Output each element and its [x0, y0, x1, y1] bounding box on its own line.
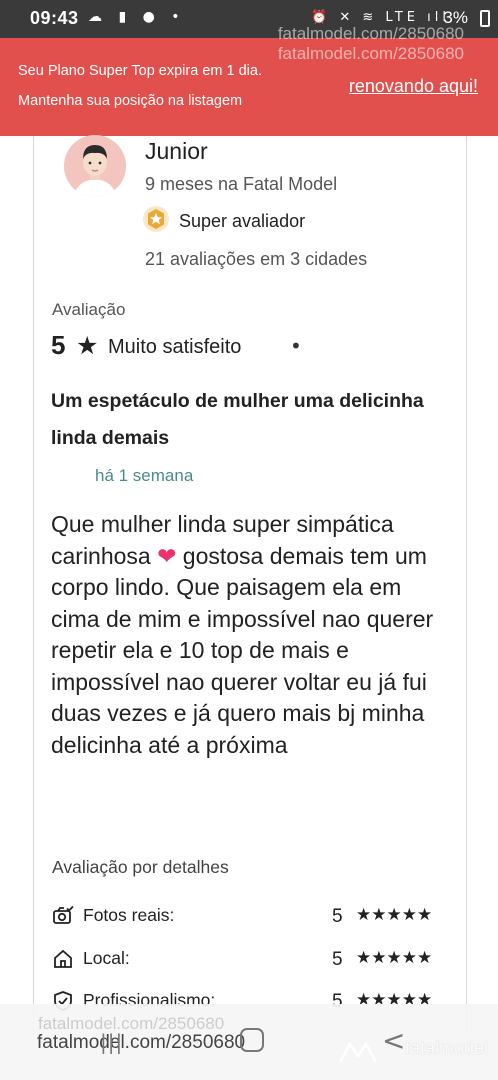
home-icon — [52, 948, 74, 970]
detail-value: 5 — [332, 949, 343, 970]
watermark-text: fatalmodel.com/2850680 — [38, 1014, 225, 1033]
battery-icon — [480, 10, 490, 27]
watermark-text: fatalmodel.com/2850680 — [277, 44, 464, 63]
star-hexagon-icon — [142, 205, 170, 233]
detail-value: 5 — [332, 906, 343, 927]
renew-link[interactable]: renovando aqui! — [349, 76, 478, 97]
back-icon[interactable]: < — [382, 1024, 405, 1057]
detail-stars: ★★★★★ — [356, 905, 433, 925]
detail-row-local: Local: 5 ★★★★★ — [52, 946, 452, 974]
review-title: Um espetáculo de mulher uma delicinha li… — [51, 390, 424, 449]
reviewer-membership: 9 meses na Fatal Model — [145, 174, 338, 194]
home-button-icon[interactable] — [240, 1028, 264, 1052]
reviewer-review-count: 21 avaliações em 3 cidades — [145, 249, 368, 269]
review-body: Que mulher linda super simpática carinho… — [51, 509, 451, 761]
detail-label: Local: — [83, 948, 130, 968]
system-icons: ⏰ ✕ ≋ LTE ıll — [311, 10, 450, 25]
separator-dot: • — [290, 334, 302, 358]
reviewer-name[interactable]: Junior — [145, 138, 208, 165]
review-text-part2: gostosa demais tem um corpo lindo. Que p… — [51, 542, 434, 758]
heart-emoji-icon: ❤ — [157, 542, 177, 569]
rating-label: Muito satisfeito — [108, 336, 242, 358]
reviewer-badge: Super avaliador — [179, 211, 306, 231]
plan-expiry-banner: fatalmodel.com/2850680 fatalmodel.com/28… — [0, 24, 498, 136]
status-time: 09:43 — [30, 8, 79, 28]
navigation-bar: fatalmodel.com/2850680 fatalmodel.com/28… — [0, 1004, 498, 1080]
notification-icons: ☁ ▮ ● • — [88, 9, 186, 25]
rating-value: 5 — [51, 330, 66, 360]
details-caption: Avaliação por detalhes — [52, 857, 229, 877]
rating-caption: Avaliação — [52, 300, 126, 319]
person-avatar-icon — [64, 135, 126, 197]
fatalmodel-logo-icon — [338, 1038, 378, 1064]
detail-label: Fotos reais: — [83, 905, 175, 925]
watermark-text: fatalmodel.com/2850680 — [37, 1032, 246, 1053]
detail-stars: ★★★★★ — [356, 948, 433, 968]
star-icon: ★ — [76, 331, 99, 360]
watermark-text: fatalmodel.com/2850680 — [277, 24, 464, 43]
review-timestamp: há 1 semana — [95, 466, 194, 485]
banner-message-line1: Seu Plano Super Top expira em 1 dia. — [18, 63, 262, 79]
camera-check-icon — [52, 905, 74, 927]
banner-message-line2: Mantenha sua posição na listagem — [18, 93, 243, 109]
detail-row-fotos-reais: Fotos reais: 5 ★★★★★ — [52, 903, 452, 931]
recent-apps-icon[interactable]: ||| — [100, 1030, 123, 1054]
fatalmodel-brand: fatalmodel — [404, 1038, 488, 1058]
